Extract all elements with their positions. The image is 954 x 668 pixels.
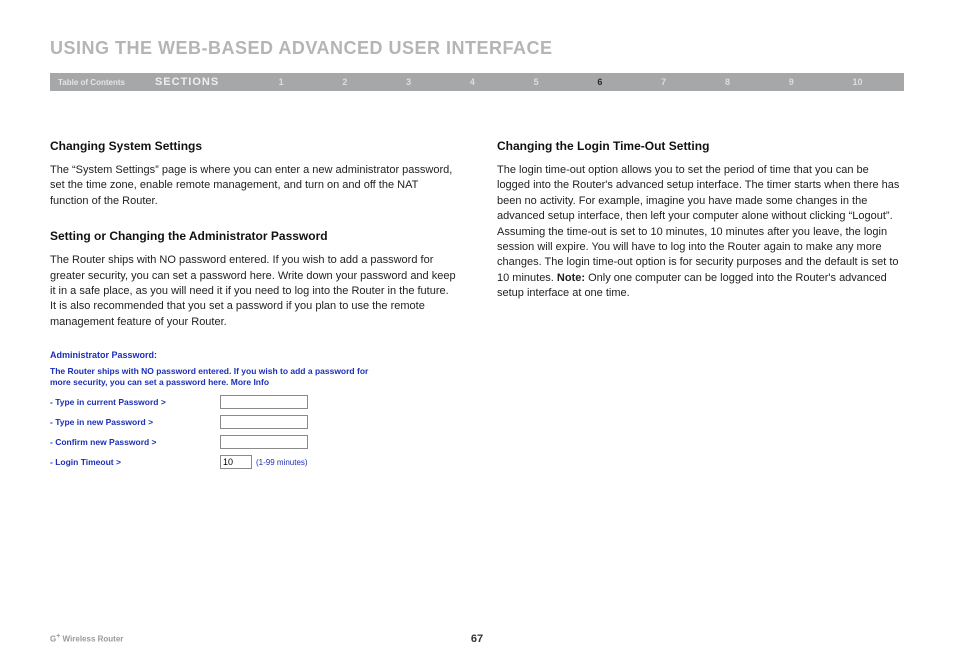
section-link-5[interactable]: 5	[530, 77, 543, 87]
section-link-9[interactable]: 9	[785, 77, 798, 87]
login-timeout-input[interactable]	[220, 455, 252, 469]
heading-login-timeout: Changing the Login Time-Out Setting	[497, 139, 904, 153]
label-login-timeout: Login Timeout >	[50, 457, 220, 467]
paragraph-system-settings: The “System Settings” page is where you …	[50, 163, 457, 209]
toc-link[interactable]: Table of Contents	[58, 78, 125, 87]
product-name: G+ Wireless Router	[50, 633, 123, 644]
note-label: Note:	[557, 272, 585, 284]
admin-form-description: The Router ships with NO password entere…	[50, 366, 370, 387]
label-new-password: Type in new Password >	[50, 417, 220, 427]
admin-form-heading: Administrator Password:	[50, 350, 370, 360]
section-link-4[interactable]: 4	[466, 77, 479, 87]
section-numbers: 1 2 3 4 5 6 7 8 9 10	[249, 77, 892, 87]
heading-admin-password: Setting or Changing the Administrator Pa…	[50, 229, 457, 243]
section-link-6[interactable]: 6	[593, 77, 606, 87]
page-number: 67	[471, 633, 483, 645]
section-link-2[interactable]: 2	[338, 77, 351, 87]
footer: G+ Wireless Router 67	[50, 633, 904, 644]
sections-label: SECTIONS	[155, 76, 219, 88]
label-current-password: Type in current Password >	[50, 397, 220, 407]
section-link-8[interactable]: 8	[721, 77, 734, 87]
confirm-password-input[interactable]	[220, 435, 308, 449]
new-password-input[interactable]	[220, 415, 308, 429]
heading-system-settings: Changing System Settings	[50, 139, 457, 153]
timeout-text-prefix: The login time-out option allows you to …	[497, 164, 899, 284]
paragraph-login-timeout: The login time-out option allows you to …	[497, 163, 904, 302]
section-link-7[interactable]: 7	[657, 77, 670, 87]
section-link-3[interactable]: 3	[402, 77, 415, 87]
admin-form-desc-text: The Router ships with NO password entere…	[50, 366, 368, 387]
current-password-input[interactable]	[220, 395, 308, 409]
login-timeout-hint: (1-99 minutes)	[256, 458, 308, 467]
label-confirm-password: Confirm new Password >	[50, 437, 220, 447]
left-column: Changing System Settings The “System Set…	[50, 139, 457, 475]
more-info-link[interactable]: More Info	[231, 377, 269, 387]
section-link-1[interactable]: 1	[275, 77, 288, 87]
section-nav: Table of Contents SECTIONS 1 2 3 4 5 6 7…	[50, 73, 904, 91]
admin-password-form: Administrator Password: The Router ships…	[50, 350, 370, 469]
page-title: USING THE WEB-BASED ADVANCED USER INTERF…	[50, 38, 904, 59]
section-link-10[interactable]: 10	[848, 77, 866, 87]
paragraph-admin-password: The Router ships with NO password entere…	[50, 253, 457, 330]
right-column: Changing the Login Time-Out Setting The …	[497, 139, 904, 475]
